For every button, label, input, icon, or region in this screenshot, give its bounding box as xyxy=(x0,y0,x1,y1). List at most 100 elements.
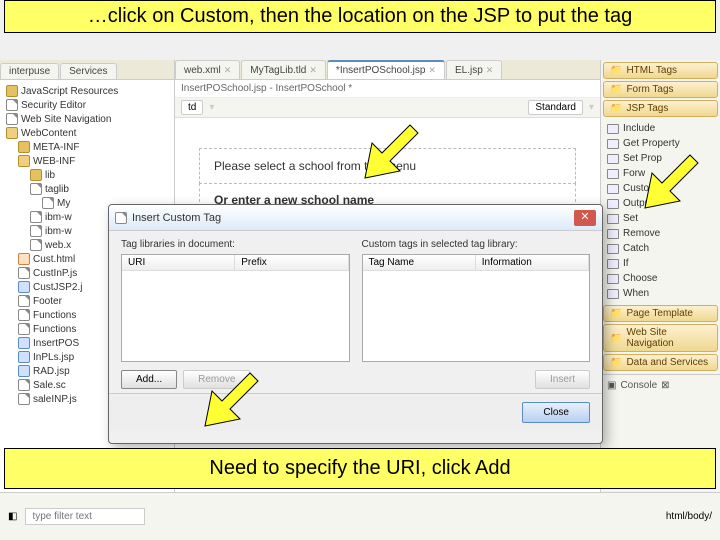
file-icon xyxy=(18,379,30,391)
dialog-title-text: Insert Custom Tag xyxy=(115,212,221,224)
folder-icon xyxy=(18,141,30,153)
editor-tab-label: *InsertPOSchool.jsp xyxy=(336,65,426,76)
palette-item-label: Get Property xyxy=(623,138,680,149)
tree-item[interactable]: META-INF xyxy=(2,140,172,154)
tree-item-label: Security Editor xyxy=(21,100,86,111)
dialog-close-x[interactable]: ✕ xyxy=(574,210,596,226)
tree-item-label: InsertPOS xyxy=(33,338,79,349)
close-icon[interactable]: ✕ xyxy=(224,65,232,76)
file-icon xyxy=(30,239,42,251)
breadcrumb-td[interactable]: td xyxy=(181,100,203,115)
jsp-tag-icon xyxy=(607,259,619,269)
add-button[interactable]: Add... xyxy=(121,370,177,389)
tree-item-label: JavaScript Resources xyxy=(21,86,118,97)
palette-cat-pagetpl[interactable]: 📁 Page Template xyxy=(603,305,718,322)
customtag-listbox[interactable]: Tag NameInformation xyxy=(362,254,591,362)
jsp-icon xyxy=(18,365,30,377)
tree-item-label: RAD.jsp xyxy=(33,366,70,377)
instruction-banner-bottom: Need to specify the URI, click Add xyxy=(4,448,716,489)
tree-item[interactable]: JavaScript Resources xyxy=(2,84,172,98)
arrow-annotation-editor xyxy=(360,120,420,180)
tree-item-label: META-INF xyxy=(33,142,79,153)
col-tagname[interactable]: Tag Name xyxy=(363,255,476,270)
palette-cat-jsp[interactable]: 📁 JSP Tags xyxy=(603,100,718,117)
editor-tab[interactable]: EL.jsp✕ xyxy=(446,60,502,79)
close-icon[interactable]: ✕ xyxy=(309,65,317,76)
editor-tab-label: web.xml xyxy=(184,65,221,76)
palette-item-catch[interactable]: Catch xyxy=(603,241,718,256)
palette-item-if[interactable]: If xyxy=(603,256,718,271)
palette-item-include[interactable]: Include xyxy=(603,121,718,136)
file-icon xyxy=(18,393,30,405)
palette-item-when[interactable]: When xyxy=(603,286,718,301)
tree-item[interactable]: lib xyxy=(2,168,172,182)
left-tabs: interpuse Services xyxy=(0,60,174,80)
insert-custom-tag-dialog: Insert Custom Tag ✕ Tag libraries in doc… xyxy=(108,204,603,444)
tree-item[interactable]: Web Site Navigation xyxy=(2,112,172,126)
tree-item-label: Cust.html xyxy=(33,254,75,265)
palette-cat-html[interactable]: 📁 HTML Tags xyxy=(603,62,718,79)
jsp-tag-icon xyxy=(607,274,619,284)
editor-tab[interactable]: web.xml✕ xyxy=(175,60,240,79)
tree-item-label: ibm-w xyxy=(45,226,72,237)
jsp-tag-icon xyxy=(607,139,619,149)
tree-item[interactable]: WEB-INF xyxy=(2,154,172,168)
jsp-tag-icon xyxy=(607,229,619,239)
tree-item[interactable]: taglib xyxy=(2,182,172,196)
tree-item-label: WEB-INF xyxy=(33,156,75,167)
editor-tab[interactable]: MyTagLib.tld✕ xyxy=(241,60,326,79)
tree-item-label: InPLs.jsp xyxy=(33,352,74,363)
breadcrumb-style[interactable]: Standard xyxy=(528,100,583,115)
editor-tab-label: MyTagLib.tld xyxy=(250,65,306,76)
palette-item-set[interactable]: Set xyxy=(603,211,718,226)
collapse-icon[interactable]: ◧ xyxy=(8,511,17,522)
folder-open-icon xyxy=(6,127,18,139)
tree-item[interactable]: WebContent xyxy=(2,126,172,140)
palette-cat-nav[interactable]: 📁 Web Site Navigation xyxy=(603,324,718,352)
palette-item-label: Include xyxy=(623,123,655,134)
col-info[interactable]: Information xyxy=(476,255,589,270)
file-icon xyxy=(18,267,30,279)
palette-item-label: Catch xyxy=(623,243,649,254)
taglib-list-label: Tag libraries in document: xyxy=(121,239,350,250)
palette-item-label: Remove xyxy=(623,228,660,239)
jsp-tag-icon xyxy=(607,244,619,254)
path-indicator: html/body/ xyxy=(666,511,712,522)
col-uri[interactable]: URI xyxy=(122,255,235,270)
jsp-tag-icon xyxy=(607,169,619,179)
jsp-icon xyxy=(18,281,30,293)
palette-jsp-items: IncludeGet PropertySet PropForwCustomOut… xyxy=(601,119,720,303)
tree-item-label: web.x xyxy=(45,240,71,251)
tab-services[interactable]: Services xyxy=(60,63,116,79)
close-button[interactable]: Close xyxy=(522,402,590,423)
editor-tabs: web.xml✕MyTagLib.tld✕*InsertPOSchool.jsp… xyxy=(175,60,600,80)
close-icon[interactable]: ✕ xyxy=(428,65,436,76)
insert-button[interactable]: Insert xyxy=(535,370,590,389)
file-icon xyxy=(6,99,18,111)
file-icon xyxy=(6,113,18,125)
html-icon xyxy=(18,253,30,265)
palette-item-remove[interactable]: Remove xyxy=(603,226,718,241)
editor-tab[interactable]: *InsertPOSchool.jsp✕ xyxy=(327,60,445,79)
close-icon[interactable]: ✕ xyxy=(486,65,494,76)
jsp-tag-icon xyxy=(607,124,619,134)
palette-cat-form[interactable]: 📁 Form Tags xyxy=(603,81,718,98)
palette-item-choose[interactable]: Choose xyxy=(603,271,718,286)
tab-interpuse[interactable]: interpuse xyxy=(0,63,59,79)
jsp-tag-icon xyxy=(607,154,619,164)
editor-subtitle: InsertPOSchool.jsp - InsertPOSchool * xyxy=(175,80,600,98)
jsp-icon xyxy=(18,351,30,363)
tree-item[interactable]: Security Editor xyxy=(2,98,172,112)
col-prefix[interactable]: Prefix xyxy=(235,255,348,270)
palette-cat-data[interactable]: 📁 Data and Services xyxy=(603,354,718,371)
console-tab[interactable]: ▣ Console ⊠ xyxy=(601,378,720,393)
taglib-listbox[interactable]: URIPrefix xyxy=(121,254,350,362)
dialog-titlebar: Insert Custom Tag ✕ xyxy=(109,205,602,231)
tree-item-label: saleINP.js xyxy=(33,394,77,405)
breadcrumb: td ▾ Standard ▾ xyxy=(175,98,600,118)
jsp-tag-icon xyxy=(607,184,619,194)
filter-input[interactable] xyxy=(25,508,145,525)
palette-item-get-property[interactable]: Get Property xyxy=(603,136,718,151)
tree-item-label: Functions xyxy=(33,324,76,335)
arrow-annotation-palette xyxy=(640,150,700,210)
